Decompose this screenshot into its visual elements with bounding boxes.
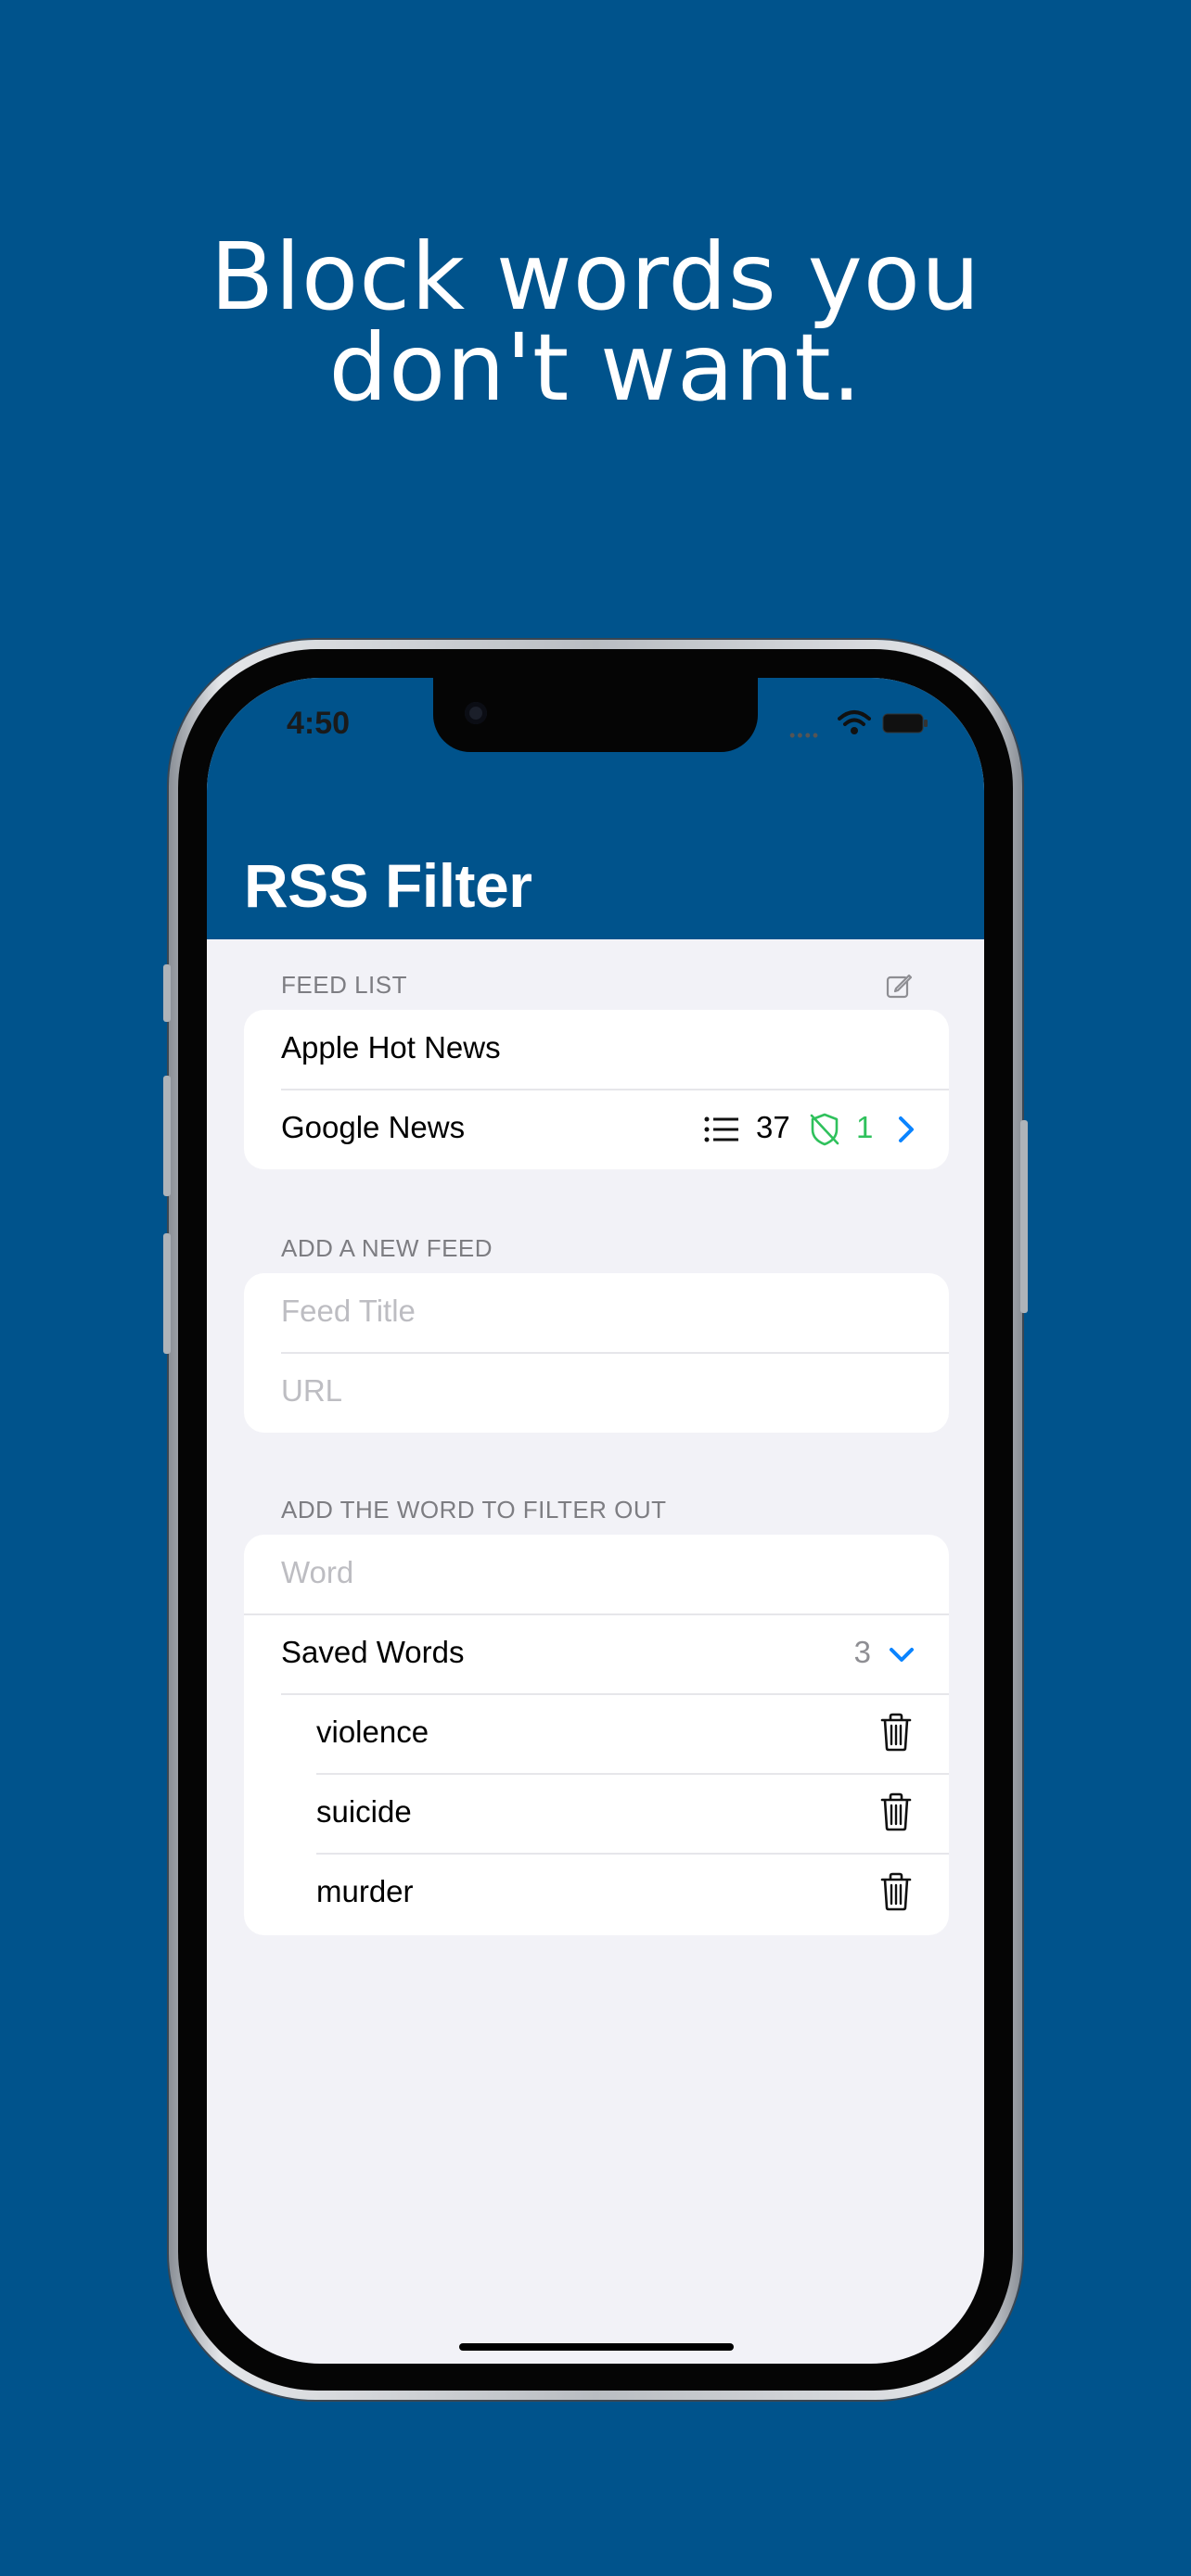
feed-url-placeholder: URL	[281, 1373, 343, 1408]
add-feed-form: Feed Title URL	[244, 1273, 949, 1433]
feed-stats: 37 1	[704, 1108, 916, 1151]
word-field[interactable]: Word	[244, 1535, 949, 1614]
feed-list-header: FEED LIST	[281, 971, 407, 999]
trash-icon[interactable]	[880, 1872, 912, 1911]
filter-header: ADD THE WORD TO FILTER OUT	[281, 1496, 667, 1524]
saved-word: suicide	[316, 1794, 412, 1829]
feed-url-field[interactable]: URL	[244, 1353, 949, 1433]
headline-line-1: Block words you	[210, 223, 981, 331]
feed-title: Google News	[281, 1110, 466, 1144]
trash-icon[interactable]	[880, 1713, 912, 1752]
volume-up-button	[163, 1076, 171, 1196]
feed-row[interactable]: Apple Hot News	[244, 1010, 949, 1090]
saved-word-row: suicide	[244, 1774, 949, 1854]
word-placeholder: Word	[281, 1555, 354, 1589]
feed-row[interactable]: Google News 37 1	[244, 1090, 949, 1169]
chevron-down-icon	[890, 1648, 914, 1662]
feed-title-field[interactable]: Feed Title	[244, 1273, 949, 1353]
saved-word: violence	[316, 1715, 429, 1749]
volume-down-button	[163, 1233, 171, 1354]
wifi-icon	[838, 710, 871, 734]
silent-switch	[163, 964, 171, 1022]
navigation-bar: 4:50 •••• RSS Filter	[207, 678, 984, 939]
chevron-right-icon	[899, 1116, 914, 1142]
edit-icon[interactable]	[884, 971, 914, 1001]
list-icon	[704, 1116, 738, 1142]
status-time: 4:50	[287, 706, 351, 741]
shield-slash-icon	[810, 1113, 839, 1146]
saved-words-label: Saved Words	[281, 1635, 465, 1669]
feed-title-placeholder: Feed Title	[281, 1294, 416, 1328]
feed-list: Apple Hot News Google News 37 1	[244, 1010, 949, 1169]
saved-word: murder	[316, 1874, 414, 1908]
home-indicator[interactable]	[459, 2343, 734, 2351]
feed-title: Apple Hot News	[281, 1030, 501, 1065]
power-button	[1020, 1120, 1028, 1313]
cellular-icon: ••••	[789, 726, 821, 745]
trash-icon[interactable]	[880, 1792, 912, 1831]
filter-words-group: Word Saved Words 3 violence suicide murd…	[244, 1535, 949, 1935]
feed-blocked-count: 1	[856, 1110, 874, 1144]
add-feed-header: ADD A NEW FEED	[281, 1234, 493, 1262]
headline: Block words you don't want.	[0, 223, 1191, 422]
camera-icon	[465, 702, 487, 724]
battery-icon	[882, 713, 928, 733]
saved-word-row: violence	[244, 1694, 949, 1774]
feed-item-count: 37	[756, 1110, 790, 1144]
status-icons: ••••	[789, 706, 956, 745]
headline-line-2: don't want.	[328, 313, 863, 422]
saved-words-count: 3	[853, 1635, 871, 1669]
saved-words-toggle[interactable]: Saved Words 3	[244, 1614, 949, 1694]
page-title: RSS Filter	[244, 851, 532, 920]
saved-word-row: murder	[244, 1854, 949, 1933]
phone-screen: 4:50 •••• RSS Filter FEED LIST Apple Hot…	[207, 678, 984, 2364]
